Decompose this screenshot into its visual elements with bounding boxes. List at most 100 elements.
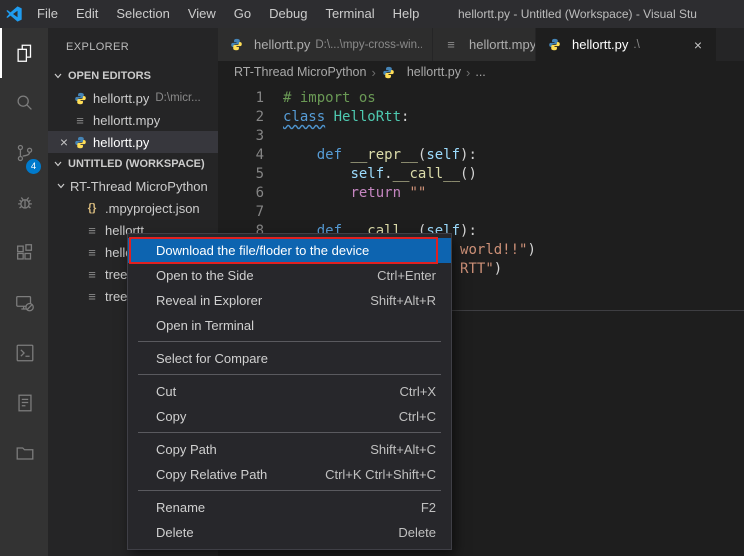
open-editors-list: hellortt.pyD:\micr...≡hellortt.mpy×hello…: [48, 87, 218, 153]
tab-hellortt-mpy-1[interactable]: ≡ hellortt.mpy: [433, 28, 536, 61]
code-token: def: [317, 147, 342, 163]
python-file-icon: [72, 92, 88, 105]
menubar-item-selection[interactable]: Selection: [107, 0, 178, 28]
activity-item-terminal[interactable]: [0, 328, 48, 378]
menubar-item-view[interactable]: View: [179, 0, 225, 28]
activity-item-source-control[interactable]: 4: [0, 128, 48, 178]
code-text: # import os: [264, 89, 376, 108]
open-editor-item-hellortt-py[interactable]: hellortt.pyD:\micr...: [48, 87, 218, 109]
output-icon: [14, 392, 36, 414]
code-text: [264, 127, 283, 146]
code-line: 6 return "": [218, 184, 744, 203]
menu-item-copy-path[interactable]: Copy PathShift+Alt+C: [128, 437, 451, 462]
breadcrumb-item-1[interactable]: hellortt.py: [407, 65, 461, 79]
workspace-header[interactable]: UNTITLED (WORKSPACE): [48, 153, 218, 175]
open-editor-item-hellortt-py[interactable]: × hellortt.py: [48, 131, 218, 153]
code-token: .: [384, 166, 392, 182]
activity-item-extensions[interactable]: [0, 228, 48, 278]
menu-separator: [138, 490, 441, 491]
open-editors-header[interactable]: OPEN EDITORS: [48, 65, 218, 87]
menubar: FileEditSelectionViewGoDebugTerminalHelp: [28, 0, 428, 28]
activity-item-folder[interactable]: [0, 428, 48, 478]
line-number: 4: [218, 146, 264, 165]
activity-item-output[interactable]: [0, 378, 48, 428]
menu-item-label: Copy: [156, 409, 186, 424]
menu-item-rename[interactable]: RenameF2: [128, 495, 451, 520]
menu-item-copy-relative-path[interactable]: Copy Relative PathCtrl+K Ctrl+Shift+C: [128, 462, 451, 487]
code-token: HelloRtt: [334, 109, 401, 125]
code-line: 1# import os: [218, 89, 744, 108]
line-number: 6: [218, 184, 264, 203]
menu-separator: [138, 341, 441, 342]
file-label: .mpyproject.json: [105, 201, 200, 216]
tab-bar: hellortt.pyD:\...\mpy-cross-win... ≡ hello…: [218, 28, 744, 61]
activity-item-explorer[interactable]: [0, 28, 48, 78]
menu-item-copy[interactable]: CopyCtrl+C: [128, 404, 451, 429]
chevron-down-icon: [54, 179, 68, 193]
menu-item-label: Rename: [156, 500, 205, 515]
open-editors-label: OPEN EDITORS: [68, 70, 151, 82]
menu-item-cut[interactable]: CutCtrl+X: [128, 379, 451, 404]
vscode-logo-icon[interactable]: [0, 0, 28, 28]
chevron-down-icon: [51, 157, 65, 171]
activity-item-search[interactable]: [0, 78, 48, 128]
menu-item-select-for-compare[interactable]: Select for Compare: [128, 346, 451, 371]
chevron-down-icon: [51, 69, 65, 83]
menu-separator: [138, 374, 441, 375]
menu-item-shortcut: Ctrl+K Ctrl+Shift+C: [305, 467, 436, 482]
menu-item-open-to-the-side[interactable]: Open to the SideCtrl+Enter: [128, 263, 451, 288]
tab-label: hellortt.mpy: [469, 37, 536, 52]
menu-item-delete[interactable]: DeleteDelete: [128, 520, 451, 545]
mpy-file-icon: ≡: [84, 223, 100, 238]
code-token: [325, 109, 333, 125]
menubar-item-help[interactable]: Help: [384, 0, 429, 28]
mpy-file-icon: ≡: [84, 267, 100, 282]
folder-rt-thread-micropython[interactable]: RT-Thread MicroPython: [48, 175, 218, 197]
menu-item-label: Delete: [156, 525, 194, 540]
breadcrumb-separator: ›: [466, 65, 470, 80]
menubar-item-terminal[interactable]: Terminal: [316, 0, 383, 28]
code-token: [283, 166, 350, 182]
mpy-file-icon: ≡: [443, 37, 459, 52]
close-icon[interactable]: ×: [56, 134, 72, 150]
file-detail: D:\micr...: [155, 92, 200, 104]
menubar-item-debug[interactable]: Debug: [260, 0, 316, 28]
code-text: self.__call__(): [264, 165, 477, 184]
activity-item-remote-device[interactable]: [0, 278, 48, 328]
menu-item-reveal-in-explorer[interactable]: Reveal in ExplorerShift+Alt+R: [128, 288, 451, 313]
tree-item-mpyproject-json[interactable]: {}.mpyproject.json: [48, 197, 218, 219]
menu-item-label: Select for Compare: [156, 351, 268, 366]
code-token: ):: [460, 147, 477, 163]
breadcrumb-item-0[interactable]: RT-Thread MicroPython: [234, 65, 366, 79]
open-editor-item-hellortt-mpy[interactable]: ≡hellortt.mpy: [48, 109, 218, 131]
window-title: hellortt.py - Untitled (Workspace) - Vis…: [458, 0, 697, 28]
close-icon[interactable]: ×: [690, 37, 706, 53]
menubar-item-go[interactable]: Go: [225, 0, 260, 28]
line-number: 5: [218, 165, 264, 184]
file-label: hellortt.mpy: [93, 113, 160, 128]
line-number: 1: [218, 89, 264, 108]
menubar-item-file[interactable]: File: [28, 0, 67, 28]
activity-item-debug[interactable]: [0, 178, 48, 228]
terminal-icon: [14, 342, 36, 364]
breadcrumb-item-2[interactable]: ...: [475, 65, 485, 79]
line-number: 7: [218, 203, 264, 222]
python-file-icon: [546, 38, 562, 51]
menu-item-label: Copy Path: [156, 442, 217, 457]
tab-hellortt-py-2[interactable]: hellortt.py.\×: [536, 28, 717, 61]
code-token: __repr__: [350, 147, 417, 163]
scm-badge: 4: [26, 159, 41, 174]
code-token: return: [350, 185, 401, 201]
file-label: hellortt.py: [93, 135, 149, 150]
python-file-icon: [228, 38, 244, 51]
tab-label: hellortt.py: [572, 37, 628, 52]
menubar-item-edit[interactable]: Edit: [67, 0, 107, 28]
python-file-icon: [72, 136, 88, 149]
menu-item-download-the-file-floder-to-the-device[interactable]: Download the file/floder to the device: [128, 238, 451, 263]
context-menu: Download the file/floder to the deviceOp…: [127, 233, 452, 550]
code-token: ):: [460, 223, 477, 239]
menu-item-label: Reveal in Explorer: [156, 293, 262, 308]
menu-item-open-in-terminal[interactable]: Open in Terminal: [128, 313, 451, 338]
folder-icon: [14, 442, 36, 464]
tab-hellortt-py-0[interactable]: hellortt.pyD:\...\mpy-cross-win...: [218, 28, 433, 61]
